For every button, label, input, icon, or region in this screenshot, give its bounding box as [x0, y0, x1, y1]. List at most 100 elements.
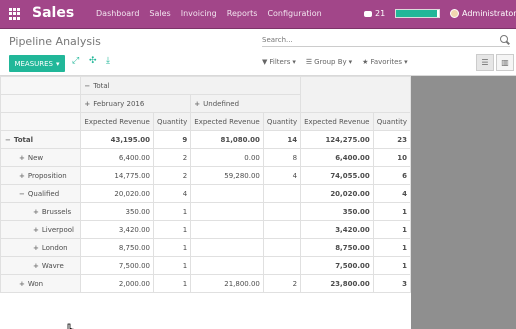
measure-header[interactable]: Expected Revenue: [300, 112, 374, 131]
menu-item-reports[interactable]: Reports: [227, 9, 258, 18]
pivot-cell[interactable]: [190, 238, 264, 257]
pivot-cell[interactable]: 59,280.00: [190, 166, 264, 185]
pivot-cell[interactable]: [190, 184, 264, 203]
pivot-cell[interactable]: [262, 202, 302, 221]
pivot-cell[interactable]: [190, 220, 264, 239]
row-header[interactable]: + Won: [0, 274, 82, 293]
pivot-cell[interactable]: 0.00: [190, 148, 264, 167]
pivot-cell[interactable]: 1: [153, 274, 192, 293]
row-header[interactable]: + New: [0, 148, 82, 167]
groupby-dropdown[interactable]: ☰ Group By ▾: [306, 58, 352, 66]
pivot-cell[interactable]: 20,020.00: [80, 184, 155, 203]
measures-button[interactable]: MEASURES ▾: [9, 55, 65, 72]
pivot-cell[interactable]: [262, 220, 302, 239]
row-header[interactable]: + Proposition: [0, 166, 82, 185]
pivot-cell[interactable]: 2: [153, 166, 192, 185]
download-icon[interactable]: ⤓: [106, 56, 110, 66]
pivot-cell[interactable]: 1: [372, 202, 412, 221]
pivot-cell[interactable]: 3,420.00: [300, 220, 374, 239]
pivot-cell[interactable]: 1: [372, 220, 412, 239]
pivot-cell[interactable]: 2: [153, 148, 192, 167]
pivot-cell[interactable]: 23: [372, 130, 412, 149]
pivot-cell[interactable]: 8: [262, 148, 302, 167]
col-header-group[interactable]: + Undefined: [190, 94, 302, 113]
pivot-cell[interactable]: 7,500.00: [300, 256, 374, 275]
pivot-cell[interactable]: 1: [153, 256, 192, 275]
pivot-cell[interactable]: 350.00: [300, 202, 374, 221]
search-icon[interactable]: [500, 35, 508, 43]
pivot-cell[interactable]: 7,500.00: [80, 256, 155, 275]
swap-axis-icon[interactable]: ✣: [89, 56, 97, 66]
menu-item-invoicing[interactable]: Invoicing: [181, 9, 217, 18]
pivot-cell[interactable]: 21,800.00: [190, 274, 264, 293]
pivot-cell[interactable]: 8,750.00: [300, 238, 374, 257]
measure-header[interactable]: Quantity: [372, 112, 412, 131]
col-header-total[interactable]: − Total: [80, 76, 302, 95]
measure-header[interactable]: Expected Revenue: [80, 112, 155, 131]
pivot-cell[interactable]: 14: [262, 130, 302, 149]
pivot-cell[interactable]: 4: [262, 166, 302, 185]
pivot-cell[interactable]: 6,400.00: [80, 148, 155, 167]
pivot-cell[interactable]: 23,800.00: [300, 274, 374, 293]
row-header[interactable]: + Liverpool: [0, 220, 82, 239]
pivot-row: + Liverpool 3,420.00 1 3,420.00 1: [0, 220, 412, 239]
filters-dropdown[interactable]: ▼ Filters ▾: [262, 58, 296, 66]
pivot-cell[interactable]: 3,420.00: [80, 220, 155, 239]
row-header[interactable]: + Wavre: [0, 256, 82, 275]
search-box[interactable]: [262, 34, 510, 47]
measures-label: MEASURES: [14, 59, 54, 68]
row-header[interactable]: + Brussels: [0, 202, 82, 221]
pivot-cell[interactable]: 4: [153, 184, 192, 203]
chat-button[interactable]: 21: [364, 9, 385, 18]
pivot-cell[interactable]: 2,000.00: [80, 274, 155, 293]
row-header[interactable]: − Qualified: [0, 184, 82, 203]
favorites-dropdown[interactable]: ★ Favorites ▾: [362, 58, 407, 66]
pivot-cell[interactable]: 9: [153, 130, 192, 149]
graph-view-icon[interactable]: ▥: [496, 54, 514, 71]
app-title: Sales: [32, 5, 75, 21]
pivot-cell[interactable]: 43,195.00: [80, 130, 155, 149]
pivot-cell[interactable]: 1: [153, 238, 192, 257]
pivot-cell[interactable]: 20,020.00: [300, 184, 374, 203]
pivot-cell[interactable]: 2: [262, 274, 302, 293]
pivot-cell[interactable]: 350.00: [80, 202, 155, 221]
collapse-icon: −: [84, 81, 91, 90]
pivot-cell[interactable]: [262, 184, 302, 203]
expand-icon[interactable]: ⤢: [72, 56, 79, 66]
pivot-cell[interactable]: 3: [372, 274, 412, 293]
measure-header[interactable]: Quantity: [262, 112, 302, 131]
pivot-cell[interactable]: 1: [372, 256, 412, 275]
pivot-cell[interactable]: 6,400.00: [300, 148, 374, 167]
pivot-cell[interactable]: 81,080.00: [190, 130, 264, 149]
groupby-label: Group By: [314, 58, 347, 66]
pivot-cell[interactable]: 6: [372, 166, 412, 185]
measure-header[interactable]: Expected Revenue: [190, 112, 264, 131]
row-header[interactable]: + London: [0, 238, 82, 257]
row-header-label: London: [41, 243, 68, 252]
apps-icon[interactable]: [9, 8, 21, 20]
pivot-cell[interactable]: [190, 256, 264, 275]
user-menu[interactable]: Administrator ▾: [450, 9, 516, 18]
pivot-cell[interactable]: 124,275.00: [300, 130, 374, 149]
pivot-cell[interactable]: [190, 202, 264, 221]
pivot-cell[interactable]: [262, 256, 302, 275]
row-header-label: Wavre: [41, 261, 64, 270]
pivot-cell[interactable]: 1: [372, 238, 412, 257]
pivot-cell[interactable]: 4: [372, 184, 412, 203]
pivot-cell[interactable]: 14,775.00: [80, 166, 155, 185]
progress-bar: [395, 9, 440, 18]
pivot-cell[interactable]: [262, 238, 302, 257]
search-input[interactable]: [262, 34, 492, 46]
pivot-cell[interactable]: 10: [372, 148, 412, 167]
list-view-icon[interactable]: ☰: [476, 54, 494, 71]
menu-item-configuration[interactable]: Configuration: [267, 9, 321, 18]
row-header[interactable]: − Total: [0, 130, 82, 149]
menu-item-dashboard[interactable]: Dashboard: [96, 9, 139, 18]
col-header-group[interactable]: + February 2016: [80, 94, 192, 113]
pivot-cell[interactable]: 74,055.00: [300, 166, 374, 185]
pivot-cell[interactable]: 1: [153, 202, 192, 221]
pivot-cell[interactable]: 8,750.00: [80, 238, 155, 257]
menu-item-sales[interactable]: Sales: [149, 9, 170, 18]
measure-header[interactable]: Quantity: [153, 112, 192, 131]
pivot-cell[interactable]: 1: [153, 220, 192, 239]
